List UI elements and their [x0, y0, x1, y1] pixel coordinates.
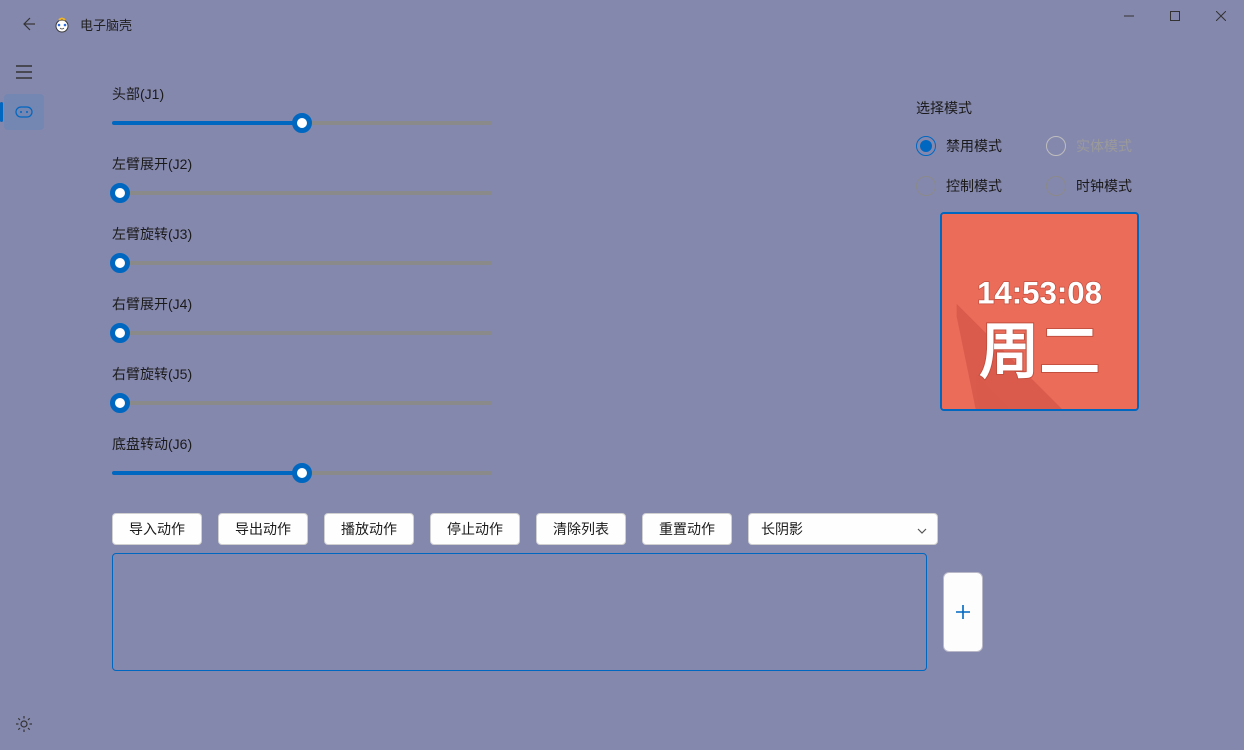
radio-control-mode[interactable]: 控制模式 [916, 176, 1026, 196]
main-content: 头部(J1) 左臂展开(J2) 左臂旋转(J3) 右臂展开 [48, 48, 1244, 750]
radio-entity-mode: 实体模式 [1046, 136, 1156, 156]
slider-track-j6[interactable] [112, 464, 492, 482]
slider-label: 右臂旋转(J5) [112, 364, 492, 384]
close-button[interactable] [1198, 0, 1244, 32]
slider-j6: 底盘转动(J6) [112, 434, 492, 482]
radio-label: 实体模式 [1076, 136, 1132, 156]
radio-icon [916, 136, 936, 156]
chevron-down-icon [917, 521, 927, 537]
radio-label: 时钟模式 [1076, 176, 1132, 196]
slider-j5: 右臂旋转(J5) [112, 364, 492, 412]
radio-disable-mode[interactable]: 禁用模式 [916, 136, 1026, 156]
mode-panel: 选择模式 禁用模式 实体模式 控制模式 时钟模式 [916, 98, 1156, 196]
radio-label: 控制模式 [946, 176, 1002, 196]
slider-track-j3[interactable] [112, 254, 492, 272]
close-icon [1216, 11, 1226, 21]
add-icon [956, 605, 970, 619]
sidebar-menu-button[interactable] [4, 54, 44, 90]
style-dropdown[interactable]: 长阴影 [748, 513, 938, 545]
sidebar [0, 48, 48, 750]
slider-track-j2[interactable] [112, 184, 492, 202]
slider-j1: 头部(J1) [112, 84, 492, 132]
play-button[interactable]: 播放动作 [324, 513, 414, 545]
mode-title: 选择模式 [916, 98, 1156, 118]
title-bar: 电子脑壳 [0, 0, 1244, 48]
add-action-button[interactable] [943, 572, 983, 652]
import-button[interactable]: 导入动作 [112, 513, 202, 545]
clock-graphic: 14:53:08 周二 [942, 214, 1137, 409]
clock-tile[interactable]: 14:53:08 周二 [940, 212, 1139, 411]
gear-icon [16, 716, 32, 732]
slider-label: 左臂展开(J2) [112, 154, 492, 174]
stop-button[interactable]: 停止动作 [430, 513, 520, 545]
slider-thumb[interactable] [110, 183, 130, 203]
window-controls [1106, 0, 1244, 32]
minimize-icon [1124, 11, 1134, 21]
slider-track-j5[interactable] [112, 394, 492, 412]
mode-radio-group: 禁用模式 实体模式 控制模式 时钟模式 [916, 136, 1156, 196]
slider-thumb[interactable] [110, 323, 130, 343]
sidebar-settings-button[interactable] [4, 706, 44, 742]
slider-label: 右臂展开(J4) [112, 294, 492, 314]
slider-track-j4[interactable] [112, 324, 492, 342]
export-button[interactable]: 导出动作 [218, 513, 308, 545]
slider-label: 头部(J1) [112, 84, 492, 104]
dropdown-selected: 长阴影 [761, 519, 803, 539]
slider-track-j1[interactable] [112, 114, 492, 132]
svg-text:14:53:08: 14:53:08 [977, 276, 1102, 311]
slider-column: 头部(J1) 左臂展开(J2) 左臂旋转(J3) 右臂展开 [112, 84, 492, 504]
slider-label: 左臂旋转(J3) [112, 224, 492, 244]
maximize-icon [1170, 11, 1180, 21]
back-button[interactable] [8, 4, 48, 44]
reset-button[interactable]: 重置动作 [642, 513, 732, 545]
radio-clock-mode[interactable]: 时钟模式 [1046, 176, 1156, 196]
slider-thumb[interactable] [292, 113, 312, 133]
slider-thumb[interactable] [292, 463, 312, 483]
sidebar-controller-button[interactable] [4, 94, 44, 130]
back-icon [20, 16, 36, 32]
app-icon [52, 14, 72, 34]
radio-icon [916, 176, 936, 196]
slider-j4: 右臂展开(J4) [112, 294, 492, 342]
clear-button[interactable]: 清除列表 [536, 513, 626, 545]
menu-icon [16, 65, 32, 79]
app-title: 电子脑壳 [80, 15, 132, 34]
slider-j3: 左臂旋转(J3) [112, 224, 492, 272]
slider-j2: 左臂展开(J2) [112, 154, 492, 202]
slider-thumb[interactable] [110, 393, 130, 413]
radio-icon [1046, 176, 1066, 196]
radio-icon [1046, 136, 1066, 156]
minimize-button[interactable] [1106, 0, 1152, 32]
slider-thumb[interactable] [110, 253, 130, 273]
action-button-row: 导入动作 导出动作 播放动作 停止动作 清除列表 重置动作 长阴影 [112, 513, 938, 545]
svg-text:周二: 周二 [979, 319, 1100, 386]
action-list[interactable] [112, 553, 927, 671]
radio-label: 禁用模式 [946, 136, 1002, 156]
slider-label: 底盘转动(J6) [112, 434, 492, 454]
controller-icon [15, 105, 33, 119]
maximize-button[interactable] [1152, 0, 1198, 32]
